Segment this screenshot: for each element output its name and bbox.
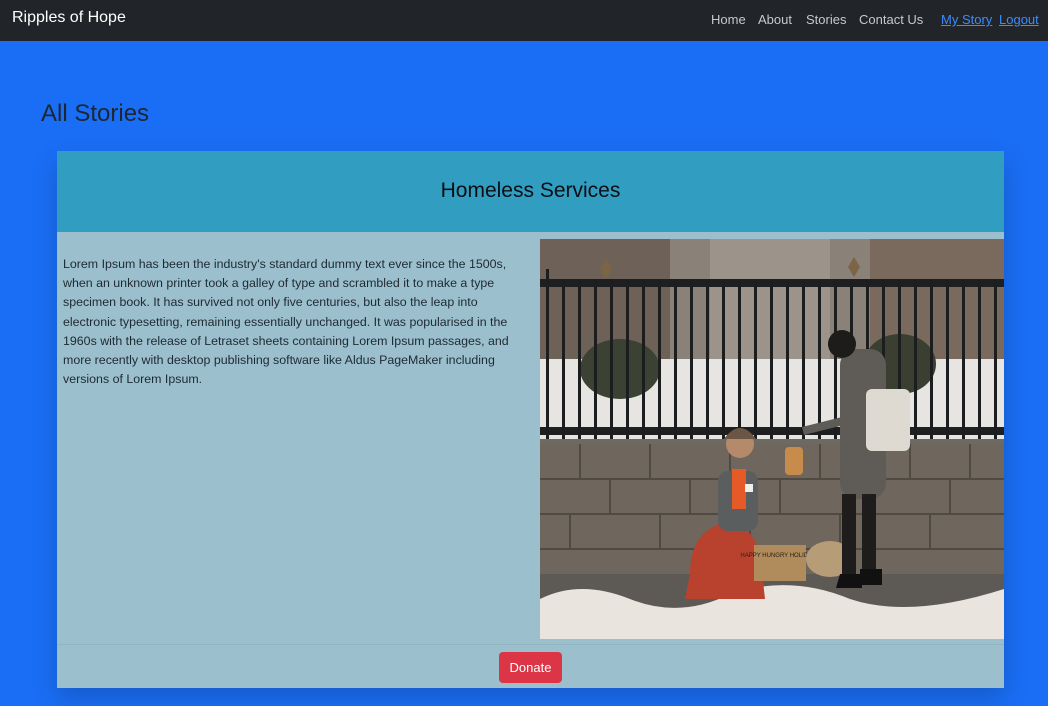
- top-navbar: Ripples of Hope Home About Stories Conta…: [0, 0, 1048, 41]
- donate-button[interactable]: Donate: [499, 652, 562, 683]
- story-photo: HAPPY HUNGRY HOLIDAYS: [540, 239, 1004, 639]
- story-body-text: Lorem Ipsum has been the industry's stan…: [63, 257, 509, 387]
- page-title: All Stories: [41, 100, 150, 127]
- nav-contact-link[interactable]: Contact Us: [859, 12, 923, 27]
- brand-link[interactable]: Ripples of Hope: [12, 9, 126, 27]
- story-title: Homeless Services: [440, 179, 621, 202]
- nav-stories-link[interactable]: Stories: [806, 12, 846, 27]
- logout-link[interactable]: Logout: [999, 12, 1039, 27]
- story-card-footer: Donate: [57, 644, 1004, 688]
- story-card-header: Homeless Services: [57, 151, 1004, 232]
- story-card: Homeless Services Lorem Ipsum has been t…: [57, 151, 1004, 688]
- my-story-link[interactable]: My Story: [941, 12, 992, 27]
- nav-home-link[interactable]: Home: [711, 12, 746, 27]
- nav-about-link[interactable]: About: [758, 12, 792, 27]
